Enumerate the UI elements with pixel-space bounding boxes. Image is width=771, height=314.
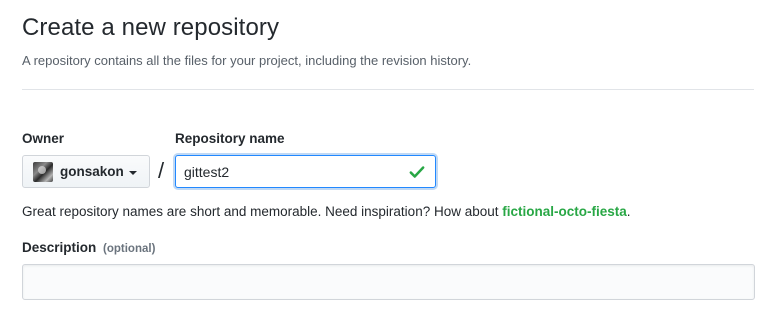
- optional-tag: (optional): [103, 243, 156, 255]
- description-label: Description (optional): [22, 240, 155, 255]
- page-title: Create a new repository: [22, 14, 280, 41]
- owner-name: gonsakon: [60, 164, 124, 179]
- page-subtitle: A repository contains all the files for …: [22, 53, 472, 68]
- owner-label: Owner: [22, 131, 65, 146]
- owner-repo-separator: /: [158, 158, 165, 183]
- description-input[interactable]: [22, 264, 755, 300]
- create-repository-page: Create a new repository A repository con…: [0, 0, 771, 314]
- caret-down-icon: [128, 170, 137, 175]
- description-label-text: Description: [22, 240, 97, 255]
- name-suggestion-link[interactable]: fictional-octo-fiesta: [502, 204, 627, 219]
- section-divider: [22, 89, 754, 90]
- owner-select-button[interactable]: gonsakon: [22, 155, 150, 188]
- hint-suffix: .: [626, 204, 631, 219]
- owner-avatar: [33, 161, 53, 182]
- repository-name-input[interactable]: [176, 157, 394, 186]
- repository-name-label: Repository name: [175, 131, 285, 146]
- repository-name-hint: Great repository names are short and mem…: [22, 204, 631, 219]
- repository-name-field: [175, 155, 436, 188]
- check-icon: [409, 166, 425, 178]
- hint-text: Great repository names are short and mem…: [22, 204, 503, 219]
